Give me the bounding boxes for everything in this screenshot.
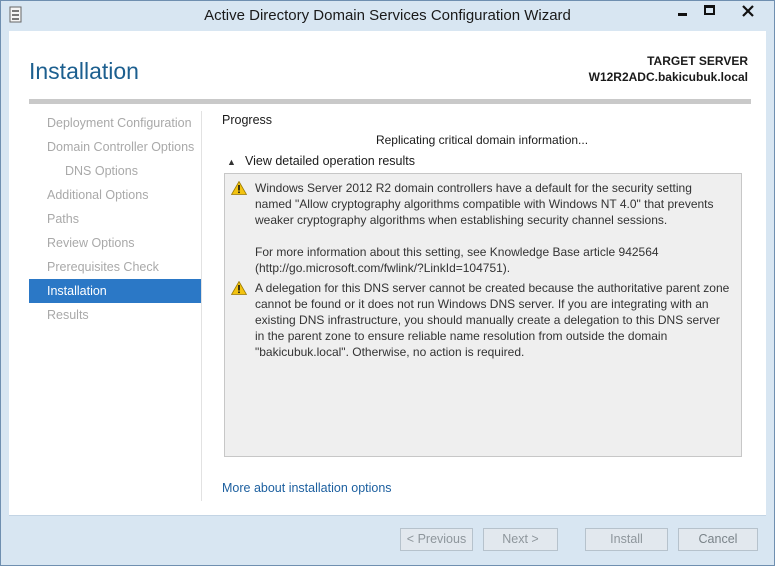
footer-divider <box>9 515 766 516</box>
window-title: Active Directory Domain Services Configu… <box>204 7 571 24</box>
cancel-button[interactable]: Cancel <box>678 528 758 551</box>
nav-item-review-options[interactable]: Review Options <box>29 231 201 255</box>
view-detailed-results-toggle[interactable]: ▲ View detailed operation results <box>227 154 415 168</box>
maximize-icon <box>704 5 715 15</box>
nav-item-dns-options[interactable]: DNS Options <box>29 159 201 183</box>
warning-icon <box>231 281 247 295</box>
header-divider <box>29 99 751 104</box>
close-icon <box>742 5 754 17</box>
install-button[interactable]: Install <box>585 528 668 551</box>
next-button[interactable]: Next > <box>483 528 558 551</box>
nav-item-paths[interactable]: Paths <box>29 207 201 231</box>
wizard-nav: Deployment Configuration Domain Controll… <box>29 111 201 327</box>
chevron-up-icon: ▲ <box>227 157 236 167</box>
progress-label: Progress <box>222 113 273 127</box>
nav-item-results[interactable]: Results <box>29 303 201 327</box>
wizard-window: Active Directory Domain Services Configu… <box>0 0 775 566</box>
more-installation-options-link[interactable]: More about installation options <box>222 481 392 495</box>
warning-icon <box>231 181 247 195</box>
result-message-text: For more information about this setting,… <box>255 245 659 275</box>
target-server-label: TARGET SERVER <box>647 54 748 68</box>
previous-button[interactable]: < Previous <box>400 528 473 551</box>
wizard-content: Installation TARGET SERVER W12R2ADC.baki… <box>9 31 766 515</box>
result-message-text: Windows Server 2012 R2 domain controller… <box>255 181 714 227</box>
progress-status: Replicating critical domain information.… <box>375 133 589 147</box>
maximize-button[interactable] <box>696 1 723 22</box>
result-message-text: A delegation for this DNS server cannot … <box>255 281 730 359</box>
target-server-name: W12R2ADC.bakicubuk.local <box>588 70 748 84</box>
title-bar[interactable]: Active Directory Domain Services Configu… <box>1 1 774 31</box>
nav-item-additional-options[interactable]: Additional Options <box>29 183 201 207</box>
details-toggle-label: View detailed operation results <box>245 154 416 168</box>
minimize-icon <box>678 13 687 16</box>
close-button[interactable] <box>723 1 773 22</box>
nav-divider <box>201 111 202 501</box>
page-title: Installation <box>29 58 139 84</box>
minimize-button[interactable] <box>669 1 696 22</box>
result-message: Windows Server 2012 R2 domain controller… <box>231 180 731 276</box>
result-message: A delegation for this DNS server cannot … <box>231 280 731 360</box>
nav-item-deployment-configuration[interactable]: Deployment Configuration <box>29 111 201 135</box>
operation-results-box[interactable]: Windows Server 2012 R2 domain controller… <box>224 173 742 457</box>
nav-item-installation[interactable]: Installation <box>29 279 201 303</box>
nav-item-domain-controller-options[interactable]: Domain Controller Options <box>29 135 201 159</box>
nav-item-prerequisites-check[interactable]: Prerequisites Check <box>29 255 201 279</box>
